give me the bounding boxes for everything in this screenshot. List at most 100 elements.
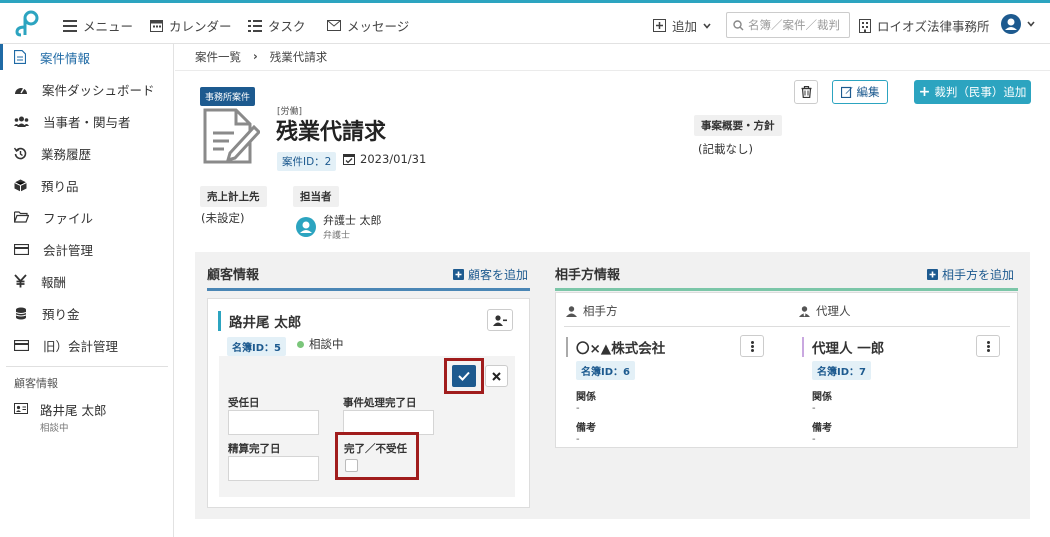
complete-checkbox[interactable] [345, 459, 358, 472]
dashboard-icon [15, 87, 27, 94]
chevron-down-icon [703, 22, 711, 29]
assignee-name: 弁護士 太郎 [323, 214, 382, 227]
agent-note-value: - [812, 434, 816, 445]
menu-button[interactable]: メニュー [63, 16, 133, 35]
search-input[interactable] [748, 18, 844, 32]
page-title: 残業代請求 [276, 120, 387, 145]
sidebar-item-case-info[interactable]: 案件情報 [0, 44, 174, 70]
calendar-button[interactable]: カレンダー [150, 16, 232, 35]
assignee-label: 担当者 [293, 186, 339, 207]
sidebar-item-dashboard[interactable]: 案件ダッシュボード [0, 76, 174, 102]
sidebar-item-label: 預り金 [42, 306, 80, 322]
add-label: 追加 [672, 19, 698, 34]
opponent-name: 〇×▲株式会社 [566, 337, 665, 357]
add-trial-label: 裁判（民事）追加 [934, 85, 1027, 99]
sidebar-divider [6, 366, 168, 367]
close-icon [492, 371, 501, 381]
task-button[interactable]: タスク [248, 16, 306, 35]
opponent-more-button[interactable] [740, 335, 764, 357]
user-menu-button[interactable] [1001, 14, 1035, 34]
client-person-menu-button[interactable] [487, 309, 513, 331]
breadcrumb-separator: › [253, 49, 258, 63]
case-date-value: 2023/01/31 [360, 152, 427, 166]
sidebar-item-label: 業務履歴 [41, 146, 92, 162]
sidebar-item-deposit-money[interactable]: 預り金 [0, 300, 174, 326]
hamburger-icon [63, 19, 77, 32]
opponent-relation-value: - [576, 403, 580, 414]
sidebar-item-accounting[interactable]: 会計管理 [0, 236, 174, 262]
app-logo-icon[interactable] [14, 9, 40, 40]
add-client-label: 顧客を追加 [468, 268, 529, 282]
summary-label: 事案概要・方針 [694, 115, 782, 136]
office-case-badge: 事務所案件 [200, 87, 256, 106]
card-icon [14, 339, 29, 351]
sidebar-client-item[interactable]: 路井尾 太郎 相談中 [14, 400, 106, 434]
agent-note-label: 備考 [812, 423, 832, 434]
plus-square-icon [653, 19, 666, 32]
agent-relation-label: 関係 [812, 392, 832, 403]
office-selector[interactable]: ロイオズ法律事務所 [859, 16, 990, 35]
edit-icon [840, 86, 852, 98]
edit-button[interactable]: 編集 [832, 80, 888, 104]
chevron-down-icon [1027, 21, 1035, 27]
opponent-divider [564, 326, 1010, 327]
sidebar-client-status: 相談中 [40, 423, 69, 434]
add-opponent-button[interactable]: 相手方を追加 [927, 266, 1014, 283]
assignee-role: 弁護士 [323, 231, 351, 241]
sidebar-item-deposits[interactable]: 預り品 [0, 172, 174, 198]
agent-more-button[interactable] [976, 335, 1000, 357]
accepted-date-label: 受任日 [228, 397, 260, 409]
add-client-button[interactable]: 顧客を追加 [453, 266, 528, 283]
sidebar-item-files[interactable]: ファイル [0, 204, 174, 230]
opponent-section-title: 相手方情報 [555, 268, 621, 283]
opponent-note-value: - [576, 434, 580, 445]
sidebar-item-old-accounting[interactable]: 旧）会計管理 [0, 332, 174, 358]
agent-header-label: 代理人 [816, 304, 851, 318]
complete-label: 完了／不受任 [344, 443, 407, 455]
sidebar-item-label: ファイル [43, 210, 94, 226]
cancel-button[interactable] [485, 365, 508, 387]
opponent-column-header: 相手方 [566, 303, 618, 319]
settle-done-date-label: 精算完了日 [228, 443, 281, 455]
client-edit-form: 受任日 事件処理完了日 精算完了日 完了／不受任 [219, 356, 515, 497]
person-icon [566, 305, 577, 317]
task-list-icon [248, 19, 262, 32]
check-icon [458, 371, 470, 381]
opponent-note-label: 備考 [576, 423, 596, 434]
search-box[interactable] [726, 12, 850, 38]
search-icon [733, 19, 744, 30]
breadcrumb-current: 残業代請求 [269, 50, 328, 64]
sidebar-item-parties[interactable]: 当事者・関与者 [0, 108, 174, 134]
sidebar-item-history[interactable]: 業務履歴 [0, 140, 174, 166]
breadcrumb: 案件一覧 › 残業代請求 [195, 49, 327, 65]
opponent-card: 相手方 代理人 〇×▲株式会社 名簿ID：6 関係 - 備考 - 代理人 一郎 … [555, 292, 1018, 448]
settle-done-date-input[interactable] [228, 456, 319, 481]
breadcrumb-parent-link[interactable]: 案件一覧 [195, 49, 241, 65]
add-trial-button[interactable]: + 裁判（民事）追加 [914, 80, 1031, 104]
accepted-date-input[interactable] [228, 410, 319, 435]
sidebar-item-label: 案件情報 [40, 50, 91, 66]
confirm-button[interactable] [452, 365, 476, 387]
calendar-check-icon [343, 154, 355, 165]
sales-label: 売上計上先 [200, 186, 267, 207]
delete-button[interactable] [794, 80, 818, 104]
status-dot [297, 340, 304, 348]
calendar-label: カレンダー [169, 19, 232, 34]
client-name: 路井尾 太郎 [218, 311, 301, 331]
add-dropdown-button[interactable]: 追加 [653, 16, 711, 35]
card-icon [14, 243, 29, 255]
client-card: 路井尾 太郎 名簿ID：5 相談中 受任日 事件処理完了日 精算完了日 完了／不… [207, 298, 530, 508]
agent-name: 代理人 一郎 [802, 337, 884, 357]
sidebar-item-fees[interactable]: 報酬 [0, 268, 174, 294]
message-button[interactable]: メッセージ [327, 16, 409, 35]
agent-id-badge: 名簿ID：7 [812, 361, 871, 380]
opponent-relation-label: 関係 [576, 392, 596, 403]
case-date: 2023/01/31 [343, 152, 426, 166]
sidebar-item-label: 案件ダッシュボード [42, 82, 155, 98]
top-bar: メニュー カレンダー タスク メッセージ 追加 ロイオズ法律事務所 [0, 0, 1050, 44]
summary-value: (記載なし) [698, 142, 753, 156]
sidebar-client-name: 路井尾 太郎 [40, 403, 107, 418]
opponent-id-badge: 名簿ID：6 [576, 361, 635, 380]
user-minus-icon [493, 314, 507, 326]
assignee[interactable]: 弁護士 太郎 弁護士 [296, 212, 382, 241]
